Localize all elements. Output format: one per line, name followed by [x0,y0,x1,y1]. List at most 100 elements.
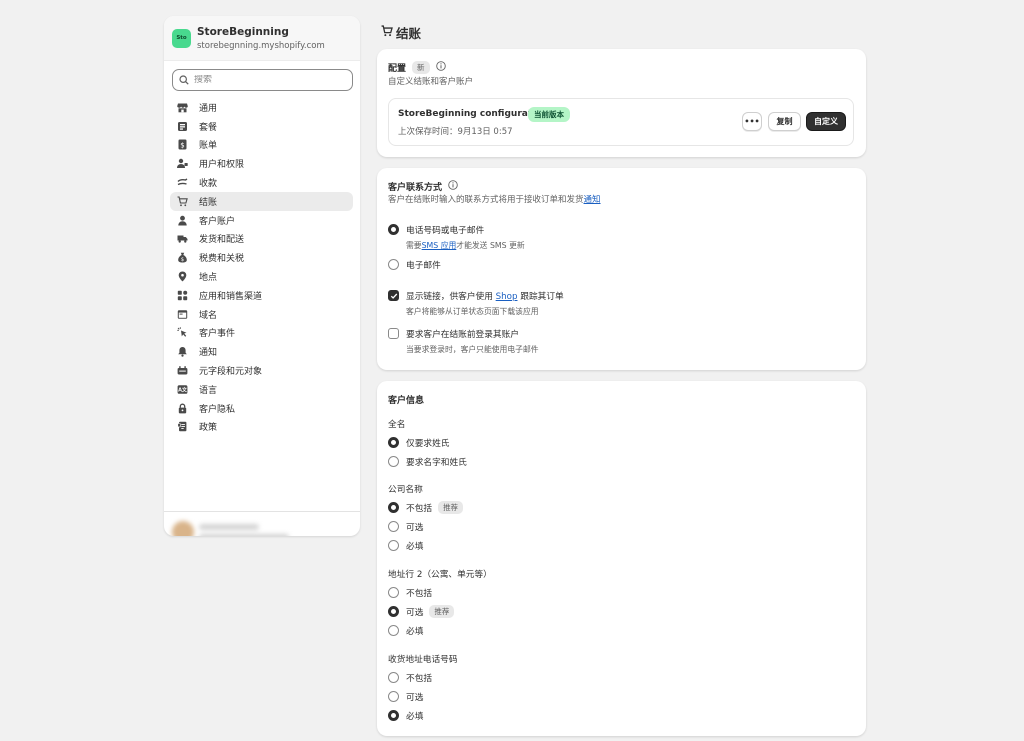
settings-sidebar: Sto StoreBeginning storebegnning.myshopi… [164,16,360,536]
radio-button[interactable] [388,625,399,636]
sidebar-item-label: 税费和关税 [199,254,245,265]
sidebar-item-label: 发货和配送 [199,235,245,246]
radio-address2-optional[interactable]: 可选 推荐 [388,605,455,618]
plan-icon [176,120,188,132]
contact-heading: 客户联系方式 [388,180,458,193]
store-header[interactable]: Sto StoreBeginning storebegnning.myshopi… [164,16,360,61]
sidebar-item-notifications[interactable]: 通知 [170,342,353,361]
checkbox-require-login[interactable]: 要求客户在结账前登录其账户 [388,327,519,340]
search-input[interactable] [194,75,344,85]
billing-icon: $ [176,139,188,151]
contact-description: 客户在结账时输入的联系方式将用于接收订单和发货通知 [388,193,601,205]
radio-button[interactable] [388,502,399,513]
option-label: 不包括 [406,589,433,599]
radio-phone-or-email[interactable]: 电话号码或电子邮件 [388,223,484,236]
sidebar-item-metafields[interactable]: 元字段和元对象 [170,361,353,380]
radio-address2-required[interactable]: 必填 [388,624,423,637]
option-label: 可选 [406,608,424,618]
radio-last-name-only[interactable]: 仅要求姓氏 [388,436,449,449]
current-version-badge: 当前版本 [528,107,570,122]
address2-title: 地址行 2（公寓、单元等） [388,570,492,580]
new-badge: 新 [412,61,430,74]
sidebar-item-label: 套餐 [199,122,218,133]
sidebar-item-label: 账单 [199,141,218,152]
radio-phone-optional[interactable]: 可选 [388,690,423,703]
radio-button[interactable] [388,606,399,617]
radio-button[interactable] [388,224,399,235]
info-icon[interactable] [448,180,458,193]
radio-phone-required[interactable]: 必填 [388,709,423,722]
customize-button[interactable]: 自定义 [806,112,846,131]
radio-button[interactable] [388,691,399,702]
sidebar-item-shipping[interactable]: 发货和配送 [170,230,353,249]
radio-button[interactable] [388,259,399,270]
info-icon[interactable] [435,61,446,74]
company-title: 公司名称 [388,485,423,495]
radio-first-and-last-name[interactable]: 要求名字和姓氏 [388,455,467,468]
search-box[interactable] [172,69,353,91]
cart-icon [381,25,393,40]
shipping-phone-title: 收货地址电话号码 [388,655,458,665]
sidebar-item-users[interactable]: 用户和权限 [170,154,353,173]
page-title-text: 结账 [396,26,422,41]
sidebar-item-plan[interactable]: 套餐 [170,117,353,136]
radio-company-required[interactable]: 必填 [388,539,423,552]
config-name: StoreBeginning configuration [398,109,548,119]
radio-button[interactable] [388,437,399,448]
radio-email[interactable]: 电子邮件 [388,258,441,271]
sidebar-item-customer-accounts[interactable]: 客户账户 [170,211,353,230]
sms-app-link[interactable]: SMS 应用 [422,241,457,250]
option-label: 可选 [406,693,424,703]
sidebar-item-label: 应用和销售渠道 [199,291,263,302]
sidebar-item-taxes[interactable]: $ 税费和关税 [170,248,353,267]
sidebar-item-checkout[interactable]: 结账 [170,191,353,211]
sms-help-prefix: 需要 [406,241,422,250]
radio-company-exclude[interactable]: 不包括 推荐 [388,501,464,514]
sidebar-item-payments[interactable]: 收款 [170,173,353,192]
sidebar-item-locations[interactable]: 地点 [170,267,353,286]
radio-company-optional[interactable]: 可选 [388,520,423,533]
recommended-badge: 推荐 [438,501,464,514]
radio-phone-exclude[interactable]: 不包括 [388,671,432,684]
radio-button[interactable] [388,540,399,551]
sidebar-item-privacy[interactable]: 客户隐私 [170,399,353,418]
option-label: 不包括 [406,504,433,514]
radio-button[interactable] [388,456,399,467]
radio-button[interactable] [388,710,399,721]
sidebar-item-label: 政策 [199,423,218,434]
notifications-link[interactable]: 通知 [584,195,601,205]
sidebar-item-customer-events[interactable]: 客户事件 [170,324,353,343]
checkbox[interactable] [388,328,399,339]
search-icon [179,75,189,85]
sidebar-item-languages[interactable]: A文 语言 [170,380,353,399]
sidebar-item-billing[interactable]: $ 账单 [170,136,353,155]
radio-address2-exclude[interactable]: 不包括 [388,586,432,599]
sidebar-item-label: 元字段和元对象 [199,367,263,378]
sidebar-item-policies[interactable]: 政策 [170,418,353,437]
radio-button[interactable] [388,521,399,532]
lock-icon [176,402,188,414]
radio-button[interactable] [388,587,399,598]
radio-button[interactable] [388,672,399,683]
svg-text:$: $ [180,257,183,263]
tax-icon: $ [176,252,188,264]
user-info-lines [194,524,289,536]
sidebar-item-domains[interactable]: 域名 [170,305,353,324]
user-name-placeholder [199,524,259,530]
sidebar-item-general[interactable]: 通用 [170,98,353,117]
checkbox-shop-link[interactable]: 显示链接，供客户使用 Shop 跟踪其订单 [388,289,564,302]
language-icon: A文 [176,383,188,395]
domain-icon [176,308,188,320]
more-actions-button[interactable]: ••• [742,112,762,131]
option-label: 仅要求姓氏 [406,439,450,449]
shop-link[interactable]: Shop [496,292,518,302]
sidebar-item-label: 客户隐私 [199,404,236,415]
sidebar-item-apps[interactable]: 应用和销售渠道 [170,286,353,305]
user-profile-blurred[interactable] [172,520,302,536]
recommended-badge: 推荐 [429,605,455,618]
option-label: 可选 [406,523,424,533]
checkbox[interactable] [388,290,399,301]
config-heading: 配置 新 [388,61,446,74]
copy-button[interactable]: 复制 [768,112,801,131]
avatar [172,521,194,536]
